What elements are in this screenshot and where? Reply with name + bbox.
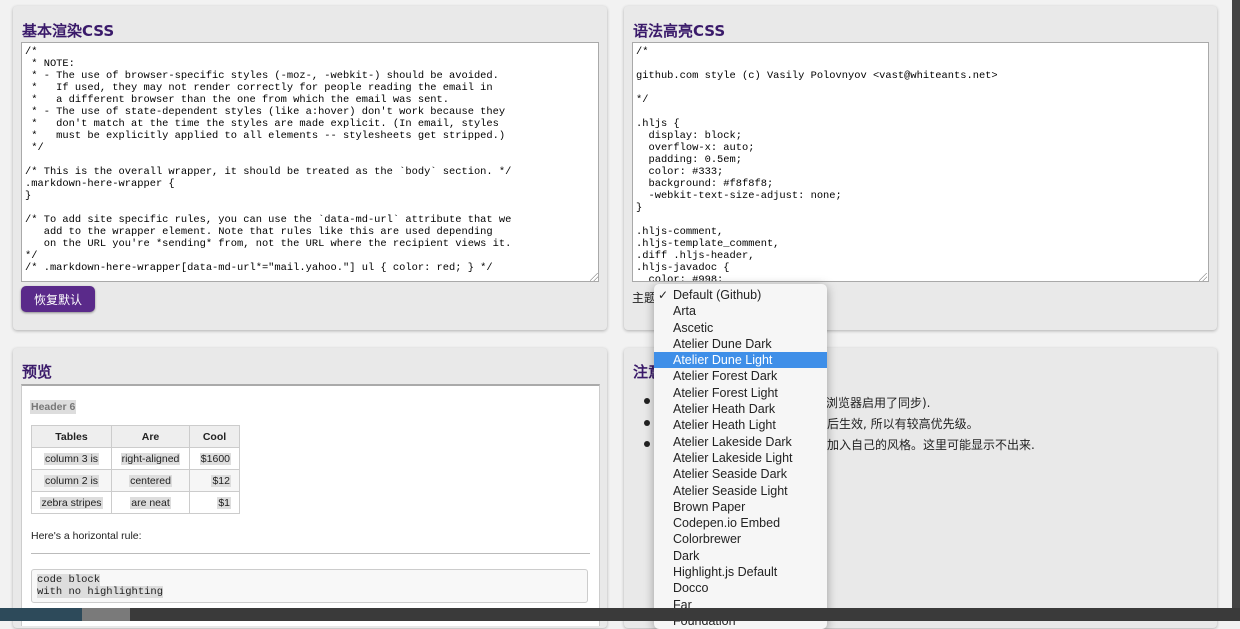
- theme-option[interactable]: Codepen.io Embed: [654, 515, 827, 531]
- theme-option-label: Atelier Lakeside Dark: [673, 434, 792, 449]
- theme-option-label: Arta: [673, 304, 696, 319]
- table-cell: $1: [217, 496, 231, 509]
- taskbar: [0, 608, 1240, 621]
- reset-default-button[interactable]: 恢复默认: [21, 286, 95, 312]
- table-row: zebra stripes are neat $1: [31, 491, 240, 514]
- theme-option[interactable]: Atelier Dune Light: [654, 352, 827, 369]
- theme-option-label: Brown Paper: [673, 499, 746, 514]
- preview-header6: Header 6: [30, 400, 77, 414]
- basic-css-title: 基本渲染CSS: [22, 22, 115, 40]
- preview-title: 预览: [22, 363, 53, 381]
- theme-option[interactable]: Atelier Lakeside Dark: [654, 434, 827, 450]
- theme-option-label: Atelier Dune Dark: [673, 336, 772, 351]
- basic-css-editor[interactable]: /* * NOTE: * - The use of browser-specif…: [21, 42, 599, 282]
- resize-grip-icon[interactable]: [1199, 273, 1207, 281]
- theme-option[interactable]: Atelier Seaside Light: [654, 483, 827, 499]
- theme-option-label: Atelier Dune Light: [673, 353, 773, 368]
- theme-option[interactable]: Arta: [654, 303, 827, 319]
- theme-option-label: Atelier Seaside Light: [673, 483, 788, 498]
- note-bullet: [644, 420, 650, 426]
- syntax-css-title: 语法高亮CSS: [633, 22, 726, 40]
- theme-option-label: Default (Github): [673, 288, 762, 302]
- note-line-2: 后生效, 所以有较高优先级。: [827, 417, 979, 431]
- theme-option[interactable]: Colorbrewer: [654, 531, 827, 547]
- table-cell: $12: [211, 474, 231, 487]
- window-edge: [1232, 0, 1240, 608]
- theme-label: 主题: [632, 291, 657, 305]
- note-line-1: 的浏览器启用了同步).: [814, 396, 931, 410]
- table-row: column 2 is centered $12: [31, 469, 240, 492]
- theme-option[interactable]: Highlight.js Default: [654, 564, 827, 580]
- table-row: column 3 is right-aligned $1600: [31, 447, 240, 470]
- table-cell: centered: [129, 474, 172, 487]
- theme-option-label: Atelier Heath Light: [673, 418, 776, 433]
- preview-hr-text: Here's a horizontal rule:: [31, 530, 142, 542]
- syntax-css-editor[interactable]: /* github.com style (c) Vasily Polovnyov…: [632, 42, 1209, 282]
- note-line-3: 加入自己的风格。这里可能显示不出来.: [827, 438, 1035, 452]
- table-cell: $1600: [199, 452, 231, 465]
- note-bullet: [644, 398, 650, 404]
- checkmark-icon: ✓: [658, 288, 669, 302]
- theme-option-label: Dark: [673, 548, 700, 563]
- theme-option[interactable]: Atelier Heath Light: [654, 417, 827, 433]
- code-line: with no highlighting: [37, 586, 164, 598]
- theme-dropdown-menu[interactable]: ✓ Default (Github) Arta Ascetic Atelier Dune…: [654, 284, 827, 629]
- theme-option-label: Atelier Seaside Dark: [673, 467, 787, 482]
- table-cell: column 2 is: [43, 474, 100, 487]
- theme-option-label: Colorbrewer: [673, 532, 742, 547]
- theme-option[interactable]: Dark: [654, 548, 827, 564]
- preview-content: Header 6 Tables Are Cool column 3 is rig…: [21, 384, 600, 626]
- table-header: Tables: [31, 425, 112, 448]
- table-header-row: Tables Are Cool: [31, 425, 240, 448]
- theme-option-label: Atelier Heath Dark: [673, 402, 776, 417]
- table-cell: column 3 is: [43, 452, 100, 465]
- theme-option-label: Ascetic: [673, 320, 714, 335]
- preview-table: Tables Are Cool column 3 is right-aligne…: [31, 425, 240, 514]
- theme-option[interactable]: Ascetic: [654, 320, 827, 336]
- theme-options-list: ✓ Default (Github) Arta Ascetic Atelier Dune…: [654, 287, 827, 629]
- theme-option[interactable]: Brown Paper: [654, 499, 827, 515]
- theme-option-label: Codepen.io Embed: [673, 516, 781, 531]
- taskbar-segment: [0, 608, 82, 621]
- resize-grip-icon[interactable]: [590, 273, 598, 281]
- note-bullet: [644, 441, 650, 447]
- theme-option[interactable]: Atelier Seaside Dark: [654, 466, 827, 482]
- theme-option-label: Highlight.js Default: [673, 565, 778, 580]
- theme-option[interactable]: Docco: [654, 580, 827, 596]
- theme-option-label: Docco: [673, 581, 709, 596]
- theme-option-label: Atelier Forest Light: [673, 385, 778, 400]
- taskbar-segment: [82, 608, 130, 621]
- table-cell: are neat: [130, 496, 171, 509]
- theme-option[interactable]: Atelier Lakeside Light: [654, 450, 827, 466]
- table-header: Are: [111, 425, 190, 448]
- preview-code-block: code block with no highlighting: [31, 569, 588, 603]
- theme-option[interactable]: Atelier Heath Dark: [654, 401, 827, 417]
- table-cell: right-aligned: [120, 452, 181, 465]
- theme-option[interactable]: Atelier Forest Dark: [654, 368, 827, 384]
- theme-option-label: Atelier Forest Dark: [673, 369, 778, 384]
- table-header: Cool: [189, 425, 240, 448]
- theme-option-label: Atelier Lakeside Light: [673, 450, 793, 465]
- code-line: code block: [37, 574, 101, 586]
- preview-horizontal-rule: [31, 553, 590, 554]
- theme-option[interactable]: Atelier Dune Dark: [654, 336, 827, 352]
- theme-option[interactable]: ✓ Default (Github): [654, 287, 827, 303]
- theme-option[interactable]: Atelier Forest Light: [654, 385, 827, 401]
- table-cell: zebra stripes: [40, 496, 103, 509]
